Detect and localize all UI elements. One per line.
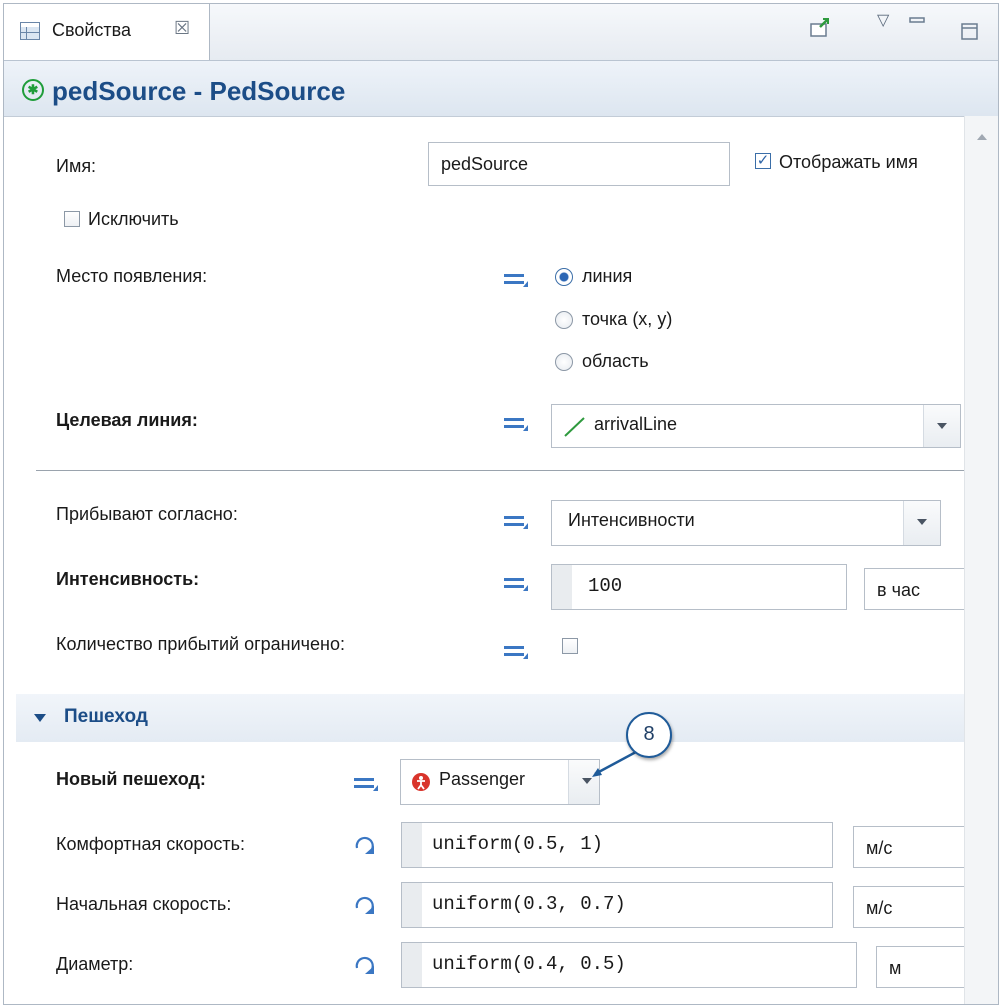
page-title: pedSource - PedSource — [52, 76, 346, 106]
maximize-icon[interactable] — [960, 22, 980, 48]
scroll-up-arrow-icon[interactable] — [977, 134, 987, 140]
close-icon[interactable]: ☒ — [174, 18, 190, 39]
dynamic-value-icon[interactable] — [352, 954, 378, 976]
comfort-speed-label: Комфортная скорость: — [56, 834, 245, 854]
diameter-label: Диаметр: — [56, 954, 134, 974]
new-ped-value: Passenger — [439, 769, 526, 789]
exclude-checkbox[interactable] — [64, 211, 80, 227]
comfort-speed-input[interactable]: uniform(0.5, 1) — [401, 822, 833, 868]
static-value-icon[interactable] — [504, 272, 530, 287]
input-gutter — [402, 943, 422, 987]
properties-panel: Свойства ☒ ▽ ✱ pedSource - PedSource Имя… — [3, 3, 999, 1005]
arrive-by-label: Прибывают согласно: — [56, 504, 238, 524]
diameter-unit[interactable]: м — [876, 946, 976, 988]
properties-header: ✱ pedSource - PedSource — [4, 61, 998, 117]
initial-speed-value: uniform(0.3, 0.7) — [432, 893, 626, 915]
dynamic-value-icon[interactable] — [352, 834, 378, 856]
new-ped-dropdown[interactable]: Passenger — [400, 759, 600, 805]
show-name-label: Отображать имя — [779, 152, 918, 172]
callout-pointer — [592, 750, 637, 777]
tab-properties[interactable]: Свойства ☒ — [4, 4, 210, 60]
input-gutter — [402, 823, 422, 867]
pin-to-selection-icon[interactable] — [808, 16, 832, 46]
view-menu-icon[interactable]: ▽ — [877, 10, 889, 30]
vertical-scrollbar[interactable] — [964, 116, 998, 1004]
section-pedestrian-title: Пешеход — [64, 706, 148, 727]
intensity-unit-dropdown[interactable]: в час — [864, 568, 974, 610]
static-value-icon[interactable] — [504, 514, 530, 529]
collapse-arrow-icon[interactable] — [34, 714, 46, 722]
new-ped-label: Новый пешеход: — [56, 769, 206, 789]
section-pedestrian[interactable]: Пешеход — [16, 694, 966, 742]
comfort-speed-unit[interactable]: м/с — [853, 826, 973, 868]
initial-speed-label: Начальная скорость: — [56, 894, 232, 914]
name-input[interactable]: pedSource — [428, 142, 730, 186]
intensity-label: Интенсивность: — [56, 569, 200, 589]
target-line-label: Целевая линия: — [56, 410, 198, 430]
tab-bar: Свойства ☒ ▽ — [4, 4, 998, 61]
comfort-speed-value: uniform(0.5, 1) — [432, 833, 604, 855]
pedestrian-icon: ✱ — [22, 79, 44, 101]
diameter-value: uniform(0.4, 0.5) — [432, 953, 626, 975]
intensity-value: 100 — [588, 575, 623, 597]
static-value-icon[interactable] — [354, 776, 380, 791]
intensity-input[interactable]: 100 — [551, 564, 847, 610]
initial-speed-unit[interactable]: м/с — [853, 886, 973, 928]
diameter-input[interactable]: uniform(0.4, 0.5) — [401, 942, 857, 988]
input-gutter — [402, 883, 422, 927]
exclude-label: Исключить — [88, 209, 179, 229]
target-line-dropdown[interactable]: arrivalLine — [551, 404, 961, 448]
target-line-value: arrivalLine — [594, 414, 678, 434]
dynamic-value-icon[interactable] — [352, 894, 378, 916]
static-value-icon[interactable] — [504, 644, 530, 659]
show-name-checkbox[interactable]: ✓ — [755, 153, 771, 169]
static-value-icon[interactable] — [504, 416, 530, 431]
arrive-by-value: Интенсивности — [568, 510, 695, 530]
input-gutter — [552, 565, 572, 609]
name-label: Имя: — [56, 156, 97, 176]
location-radio-area[interactable] — [555, 353, 573, 371]
static-value-icon[interactable] — [504, 576, 530, 591]
chevron-down-icon[interactable] — [903, 501, 940, 545]
properties-table-icon — [20, 22, 40, 40]
arrive-by-dropdown[interactable]: Интенсивности — [551, 500, 941, 546]
limited-checkbox[interactable] — [562, 638, 578, 654]
minimize-icon[interactable] — [908, 12, 926, 36]
location-option-area: область — [582, 351, 649, 371]
initial-speed-input[interactable]: uniform(0.3, 0.7) — [401, 882, 833, 928]
callout-badge: 8 — [626, 712, 672, 758]
line-icon — [562, 415, 588, 444]
location-option-line: линия — [582, 266, 633, 286]
limited-label: Количество прибытий ограничено: — [56, 634, 346, 654]
location-option-point: точка (x, y) — [582, 309, 673, 329]
location-radio-line[interactable] — [555, 268, 573, 286]
location-label: Место появления: — [56, 266, 208, 286]
agent-icon — [411, 772, 431, 797]
chevron-down-icon[interactable] — [923, 405, 960, 447]
location-radio-point[interactable] — [555, 311, 573, 329]
divider — [36, 470, 964, 471]
tab-properties-label: Свойства — [52, 20, 132, 40]
